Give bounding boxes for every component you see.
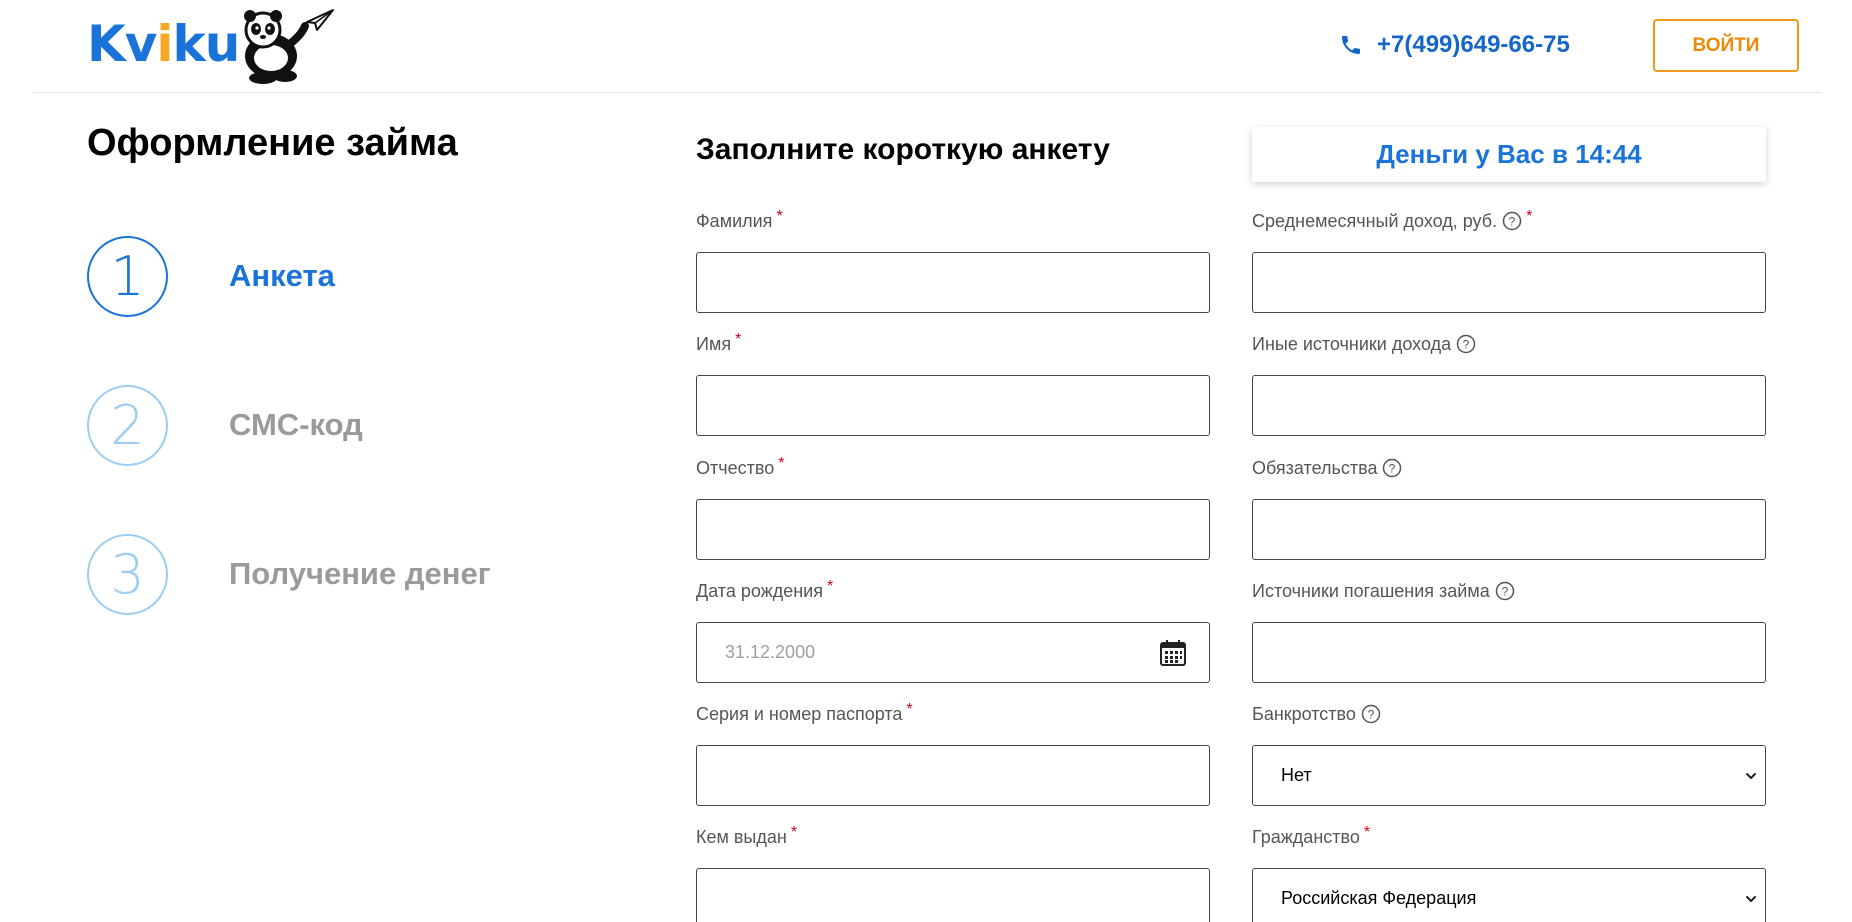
calendar-icon[interactable] — [1159, 639, 1187, 667]
required-mark: * — [1526, 208, 1533, 225]
field-label: Источники погашения займа ? — [1252, 578, 1766, 604]
issued-by-input[interactable] — [696, 868, 1210, 922]
obligations-input[interactable] — [1252, 499, 1766, 560]
page-title: Оформление займа — [87, 122, 458, 164]
field-label: Иные источники дохода ? — [1252, 331, 1766, 357]
issued-by-field: Кем выдан * — [696, 824, 1210, 922]
step-2: 2 СМС-код — [87, 385, 607, 467]
help-icon[interactable]: ? — [1495, 581, 1515, 601]
repayment-sources-input[interactable] — [1252, 622, 1766, 683]
step-number: 3 — [87, 534, 168, 615]
step-label: СМС-код — [229, 407, 363, 442]
bankruptcy-select[interactable]: Нет — [1252, 745, 1766, 806]
svg-text:?: ? — [1368, 708, 1375, 722]
required-mark: * — [906, 701, 913, 718]
step-3: 3 Получение денег — [87, 534, 607, 616]
obligations-field: Обязательства ? — [1252, 455, 1766, 560]
name-input[interactable] — [696, 375, 1210, 436]
patronymic-field: Отчество * — [696, 455, 1210, 560]
phone-number[interactable]: +7(499)649-66-75 — [1377, 31, 1570, 59]
citizenship-field: Гражданство * Российская Федерация — [1252, 824, 1766, 922]
field-label: Гражданство * — [1252, 824, 1371, 847]
required-mark: * — [790, 824, 798, 841]
income-input[interactable] — [1252, 252, 1766, 313]
help-icon[interactable]: ? — [1361, 704, 1381, 724]
other-income-input[interactable] — [1252, 375, 1766, 436]
citizenship-selected: Российская Федерация — [1281, 888, 1477, 908]
citizenship-select[interactable]: Российская Федерация — [1252, 868, 1766, 922]
svg-text:?: ? — [1501, 585, 1508, 599]
help-icon[interactable]: ? — [1456, 334, 1476, 354]
field-label: Обязательства ? — [1252, 455, 1766, 481]
svg-text:?: ? — [1389, 462, 1396, 476]
panda-logo-icon — [244, 9, 334, 84]
required-mark: * — [776, 208, 783, 225]
birthdate-input[interactable]: 31.12.2000 — [696, 622, 1210, 683]
required-mark: * — [1363, 824, 1371, 841]
step-label: Анкета — [229, 258, 335, 293]
bankruptcy-selected: Нет — [1281, 765, 1312, 785]
passport-input[interactable] — [696, 745, 1210, 806]
field-label: Отчество * — [696, 455, 785, 478]
login-button[interactable]: ВОЙТИ — [1653, 19, 1799, 72]
income-field: Среднемесячный доход, руб. ? * — [1252, 208, 1766, 313]
step-number: 1 — [87, 236, 168, 317]
field-label: Банкротство ? — [1252, 701, 1766, 727]
chevron-down-icon — [1746, 896, 1756, 902]
required-mark: * — [826, 578, 834, 595]
other-income-field: Иные источники дохода ? — [1252, 331, 1766, 436]
field-label: Серия и номер паспорта * — [696, 701, 913, 724]
step-label: Получение денег — [229, 556, 491, 591]
repayment-sources-field: Источники погашения займа ? — [1252, 578, 1766, 683]
field-label: Фамилия * — [696, 208, 783, 231]
birthdate-placeholder: 31.12.2000 — [725, 642, 816, 662]
passport-field: Серия и номер паспорта * — [696, 701, 1210, 806]
step-number: 2 — [87, 385, 168, 466]
patronymic-input[interactable] — [696, 499, 1210, 560]
phone-contact[interactable]: +7(499)649-66-75 — [1339, 26, 1570, 64]
surname-input[interactable] — [696, 252, 1210, 313]
name-field: Имя * — [696, 331, 1210, 436]
required-mark: * — [735, 331, 742, 348]
money-timer: Деньги у Вас в 14:44 — [1252, 127, 1766, 182]
logo-text: Kviku — [87, 15, 240, 73]
header: Kviku +7(499)649-66-75 ВОЙТИ — [33, 0, 1821, 93]
svg-text:?: ? — [1509, 215, 1516, 229]
help-icon[interactable]: ? — [1502, 211, 1522, 231]
kviku-logo[interactable]: Kviku — [87, 6, 347, 88]
field-label: Имя * — [696, 331, 742, 354]
phone-icon — [1342, 36, 1360, 54]
birthdate-field: Дата рождения * 31.12.2000 — [696, 578, 1210, 683]
chevron-down-icon — [1746, 773, 1756, 779]
bankruptcy-field: Банкротство ? Нет — [1252, 701, 1766, 806]
field-label: Кем выдан * — [696, 824, 798, 847]
svg-text:?: ? — [1463, 338, 1470, 352]
step-1: 1 Анкета — [87, 236, 607, 318]
field-label: Среднемесячный доход, руб. ? * — [1252, 208, 1533, 231]
help-icon[interactable]: ? — [1382, 458, 1402, 478]
surname-field: Фамилия * — [696, 208, 1210, 313]
field-label: Дата рождения * — [696, 578, 834, 601]
required-mark: * — [778, 455, 785, 472]
form-title: Заполните короткую анкету — [696, 133, 1110, 166]
